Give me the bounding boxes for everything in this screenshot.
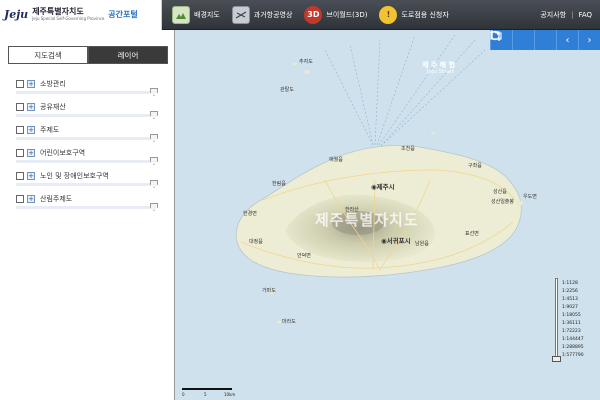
layer-item-fire: + 소방관리 [14,78,162,101]
layer-label: 주제도 [40,126,60,134]
portal-label: 공간포털 [108,10,138,19]
zoom-level[interactable]: 1:36111 [562,320,598,328]
map-label-chuja: 추자도 [299,59,313,65]
app-header: Jeju 제주특별자치도 Jeju Special Self-Governing… [0,0,600,30]
map-label-seogwipo-city: ◉서귀포시 [381,237,411,245]
layer-checkbox[interactable] [16,126,24,134]
opacity-slider[interactable] [16,203,158,211]
map-label-seongsan: 성산읍 [493,189,507,195]
road-warning-icon: ! [379,5,398,24]
map-label-jeju-city: ◉제주시 [371,183,395,191]
zoom-level[interactable]: 1:1128 [562,280,598,288]
zoom-slider[interactable] [552,278,562,364]
layer-item-forest: + 산림주제도 [14,193,162,216]
nav-vworld-3d[interactable]: 3D 브이월드(3D) [304,5,367,24]
map-label-marado: 마라도 [282,319,296,325]
layer-item-child-zone: + 어린이보호구역 [14,147,162,170]
opacity-slider[interactable] [16,157,158,165]
map-label-udo: 우도면 [523,194,537,200]
logo-mark: Jeju [4,8,29,21]
refresh-icon[interactable] [490,30,534,50]
zoom-level[interactable]: 1:9027 [562,304,598,312]
map-label-namwon: 남원읍 [415,241,429,247]
tab-layer[interactable]: 레이어 [88,46,168,64]
site-logo[interactable]: Jeju 제주특별자치도 Jeju Special Self-Governing… [0,0,162,30]
scale-bar: 0 5 10km [182,388,235,397]
layer-label: 공유재산 [40,103,66,111]
layer-checkbox[interactable] [16,103,24,111]
map-toolbar: ‹ › [490,30,600,50]
zoom-level[interactable]: 1:577790 [562,352,598,360]
aerial-photo-icon [231,5,250,24]
map-label-hallim: 한림읍 [272,181,286,187]
folder-icon[interactable] [490,30,556,50]
chevron-right-icon[interactable]: › [578,30,600,50]
expand-icon[interactable]: + [27,80,35,88]
map-label-strait-en: Jeju Strait [427,69,454,75]
expand-icon[interactable]: + [27,103,35,111]
layer-checkbox[interactable] [16,149,24,157]
map-label-ilchulbong: 성산일출봉 [491,199,515,205]
zoom-level[interactable]: 1:4513 [562,296,598,304]
slider-handle[interactable] [150,157,158,165]
slider-handle[interactable] [150,203,158,211]
zoom-level[interactable]: 1:18055 [562,312,598,320]
opacity-slider[interactable] [16,111,158,119]
zoom-level[interactable]: 1:288895 [562,344,598,352]
nav-background-map[interactable]: 배경지도 [172,5,220,24]
map-label-province: 제주특별자치도 [315,211,419,229]
map-label-daejeong: 대정읍 [249,239,263,245]
logo-subtitle: Jeju Special Self-Governing Province [32,16,105,21]
layer-list: + 소방관리 + 공유재산 + 주제도 + 어린이보호구역 + 노인 및 장애인… [14,78,162,216]
slider-handle[interactable] [150,134,158,142]
layer-checkbox[interactable] [16,80,24,88]
slider-handle[interactable] [150,88,158,96]
map-label-aewol: 애월읍 [329,157,343,163]
nav-aerial-photo[interactable]: 과거항공영상 [231,5,292,24]
map-label-gapa: 가파도 [262,288,276,294]
tab-map-search[interactable]: 지도검색 [8,46,88,64]
expand-icon[interactable]: + [27,149,35,157]
faq-link[interactable]: FAQ [578,11,592,19]
opacity-slider[interactable] [16,134,158,142]
nav-road-occupancy[interactable]: ! 도로점용 신청자 [379,5,449,24]
3d-icon: 3D [304,5,323,24]
map-label-gujwa: 구좌읍 [468,163,482,169]
logo-title: 제주특별자치도 [32,7,84,16]
zoom-level[interactable]: 1:144447 [562,336,598,344]
layer-item-thematic: + 주제도 [14,124,162,147]
slider-handle[interactable] [150,180,158,188]
expand-icon[interactable]: + [27,126,35,134]
layer-checkbox[interactable] [16,195,24,203]
layer-label: 산림주제도 [40,195,73,203]
map-label-hangyeong: 한경면 [243,211,257,217]
zoom-level[interactable]: 1:72223 [562,328,598,336]
notice-link[interactable]: 공지사항 [540,10,566,20]
opacity-slider[interactable] [16,88,158,96]
sidebar-tabs: 지도검색 레이어 [8,46,168,64]
expand-icon[interactable]: + [27,195,35,203]
layer-checkbox[interactable] [16,172,24,180]
layer-item-public-property: + 공유재산 [14,101,162,124]
sidebar: 지도검색 레이어 + 소방관리 + 공유재산 + 주제도 + 어린이보호구역 +… [0,30,175,400]
map-view[interactable]: 제 주 해 협 Jeju Strait 추자도 관탈도 조천읍 구좌읍 애월읍 … [175,30,600,400]
layer-item-senior-zone: + 노인 및 장애인보호구역 [14,170,162,193]
layer-label: 소방관리 [40,80,66,88]
top-nav: 배경지도 과거항공영상 3D 브이월드(3D) ! 도로점용 신청자 [172,5,461,24]
map-label-jocheon: 조천읍 [401,146,415,152]
zoom-handle[interactable] [552,356,561,362]
layer-label: 노인 및 장애인보호구역 [40,172,109,180]
map-label-gwantal: 관탈도 [280,87,294,93]
opacity-slider[interactable] [16,180,158,188]
slider-handle[interactable] [150,111,158,119]
chevron-left-icon[interactable]: ‹ [556,30,578,50]
layer-label: 어린이보호구역 [40,149,86,157]
expand-icon[interactable]: + [27,172,35,180]
map-background-icon [172,5,190,24]
zoom-level[interactable]: 1:2256 [562,288,598,296]
map-label-pyoseon: 표선면 [465,231,479,237]
map-label-andeok: 안덕면 [297,253,311,259]
zoom-level-list: 1:1128 1:2256 1:4513 1:9027 1:18055 1:36… [562,280,598,360]
divider: | [571,11,574,19]
